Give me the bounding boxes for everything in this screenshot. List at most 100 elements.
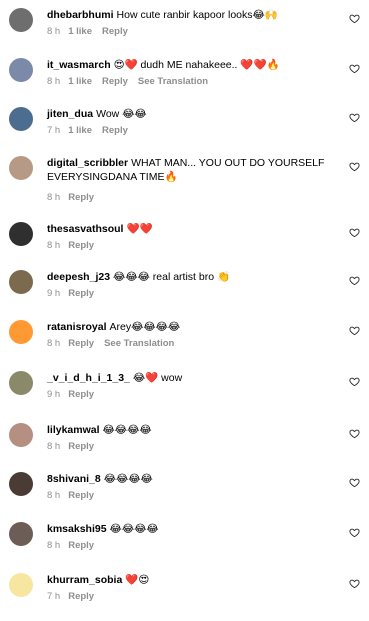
comment-meta: 7 h Reply	[47, 591, 104, 602]
comment-time: 9 h	[47, 389, 61, 400]
reply-button[interactable]: Reply	[102, 125, 128, 136]
comment-row: khurram_sobia ❤️😍 7 h Reply	[0, 573, 369, 621]
reply-button[interactable]: Reply	[68, 338, 94, 349]
comment-time: 7 h	[47, 125, 61, 136]
comment-time: 8 h	[47, 441, 61, 452]
like-heart-icon[interactable]	[349, 11, 360, 24]
reply-button[interactable]: Reply	[68, 540, 94, 551]
like-heart-icon[interactable]	[349, 374, 360, 387]
comment-username[interactable]: _v_i_d_h_i_1_3_	[47, 372, 130, 384]
comment-row: it_wasmarch 😍❤️ dudh ME nahakeee.. ❤️❤️🔥 8…	[0, 58, 369, 106]
like-heart-icon[interactable]	[349, 225, 360, 238]
comment-username[interactable]: kmsakshi95	[47, 523, 107, 535]
comment-row: jiten_dua Wow 😂😂 7 h 1 like Reply	[0, 107, 369, 155]
comment-username[interactable]: 8shivani_8	[47, 473, 101, 485]
comment-text: _v_i_d_h_i_1_3_ 😂❤️ wow	[47, 371, 339, 385]
comment-meta: 8 h Reply	[47, 490, 104, 501]
comment-body: ❤️❤️	[126, 223, 153, 235]
comment-time: 7 h	[47, 591, 61, 602]
like-heart-icon[interactable]	[349, 576, 360, 589]
comment-row: deepesh_j23 😂😂😂 real artist bro 👏 9 h Reply	[0, 270, 369, 318]
reply-button[interactable]: Reply	[68, 192, 94, 203]
like-heart-icon[interactable]	[349, 61, 360, 74]
like-heart-icon[interactable]	[349, 323, 360, 336]
comment-username[interactable]: lilykamwal	[47, 424, 100, 436]
see-translation-link[interactable]: See Translation	[104, 338, 174, 349]
comment-time: 8 h	[47, 192, 61, 203]
comment-meta: 8 h Reply	[47, 540, 104, 551]
reply-button[interactable]: Reply	[102, 26, 128, 37]
comment-meta: 8 h Reply	[47, 192, 104, 203]
comment-row: 8shivani_8 😂😂😂😂 8 h Reply	[0, 472, 369, 520]
comment-text: 8shivani_8 😂😂😂😂	[47, 472, 339, 486]
comment-body: 😂😂😂😂	[109, 523, 159, 535]
reply-button[interactable]: Reply	[68, 240, 94, 251]
comment-text: ratanisroyal Arey😂😂😂😂	[47, 320, 339, 334]
comment-row: dhebarbhumi How cute ranbir kapoor looks😂…	[0, 8, 369, 56]
comment-username[interactable]: jiten_dua	[47, 108, 93, 120]
avatar[interactable]	[9, 58, 33, 82]
comment-row: ratanisroyal Arey😂😂😂😂 8 h Reply See Translat…	[0, 320, 369, 368]
comment-username[interactable]: deepesh_j23	[47, 271, 110, 283]
like-heart-icon[interactable]	[349, 525, 360, 538]
comment-row: thesasvathsoul ❤️❤️ 8 h Reply	[0, 222, 369, 270]
reply-button[interactable]: Reply	[102, 76, 128, 87]
comment-body: 😍❤️ dudh ME nahakeee.. ❤️❤️🔥	[113, 59, 280, 71]
comment-likes[interactable]: 1 like	[68, 125, 92, 136]
avatar[interactable]	[9, 472, 33, 496]
reply-button[interactable]: Reply	[68, 389, 94, 400]
comment-username[interactable]: thesasvathsoul	[47, 223, 123, 235]
comment-time: 8 h	[47, 26, 61, 37]
comment-text: khurram_sobia ❤️😍	[47, 573, 339, 587]
comment-username[interactable]: dhebarbhumi	[47, 9, 114, 21]
comment-text: dhebarbhumi How cute ranbir kapoor looks😂…	[47, 8, 339, 22]
comment-time: 8 h	[47, 240, 61, 251]
comment-username[interactable]: digital_scribbler	[47, 157, 128, 169]
avatar[interactable]	[9, 270, 33, 294]
reply-button[interactable]: Reply	[68, 490, 94, 501]
comment-body: 😂😂😂 real artist bro 👏	[113, 271, 231, 283]
like-heart-icon[interactable]	[349, 426, 360, 439]
comment-body: ❤️😍	[125, 574, 150, 586]
comment-username[interactable]: khurram_sobia	[47, 574, 122, 586]
comment-text: digital_scribbler WHAT MAN... YOU OUT DO …	[47, 156, 339, 184]
comment-meta: 8 h Reply	[47, 441, 104, 452]
comment-username[interactable]: it_wasmarch	[47, 59, 111, 71]
comment-body: How cute ranbir kapoor looks😂🙌	[116, 9, 278, 21]
avatar[interactable]	[9, 222, 33, 246]
avatar[interactable]	[9, 320, 33, 344]
avatar[interactable]	[9, 8, 33, 32]
avatar[interactable]	[9, 423, 33, 447]
comment-text: deepesh_j23 😂😂😂 real artist bro 👏	[47, 270, 339, 284]
comment-row: lilykamwal 😂😂😂😂 8 h Reply	[0, 423, 369, 471]
comment-meta: 8 h 1 like Reply	[47, 26, 138, 37]
comment-row: digital_scribbler WHAT MAN... YOU OUT DO …	[0, 156, 369, 204]
like-heart-icon[interactable]	[349, 273, 360, 286]
like-heart-icon[interactable]	[349, 110, 360, 123]
comment-row: kmsakshi95 😂😂😂😂 8 h Reply	[0, 522, 369, 570]
reply-button[interactable]: Reply	[68, 591, 94, 602]
comment-time: 8 h	[47, 540, 61, 551]
avatar[interactable]	[9, 156, 33, 180]
avatar[interactable]	[9, 107, 33, 131]
comment-body: 😂😂😂😂	[103, 473, 153, 485]
comment-text: thesasvathsoul ❤️❤️	[47, 222, 339, 236]
comment-meta: 9 h Reply	[47, 288, 104, 299]
avatar[interactable]	[9, 371, 33, 395]
comment-text: it_wasmarch 😍❤️ dudh ME nahakeee.. ❤️❤️🔥	[47, 58, 339, 72]
comment-meta: 8 h Reply	[47, 240, 104, 251]
comment-likes[interactable]: 1 like	[68, 26, 92, 37]
comment-likes[interactable]: 1 like	[68, 76, 92, 87]
avatar[interactable]	[9, 573, 33, 597]
like-heart-icon[interactable]	[349, 475, 360, 488]
see-translation-link[interactable]: See Translation	[138, 76, 208, 87]
reply-button[interactable]: Reply	[68, 441, 94, 452]
comment-time: 8 h	[47, 338, 61, 349]
comment-username[interactable]: ratanisroyal	[47, 321, 107, 333]
avatar[interactable]	[9, 522, 33, 546]
reply-button[interactable]: Reply	[68, 288, 94, 299]
like-heart-icon[interactable]	[349, 159, 360, 172]
comment-body: Wow 😂😂	[96, 108, 147, 120]
comment-meta: 8 h Reply See Translation	[47, 338, 184, 349]
comment-text: lilykamwal 😂😂😂😂	[47, 423, 339, 437]
